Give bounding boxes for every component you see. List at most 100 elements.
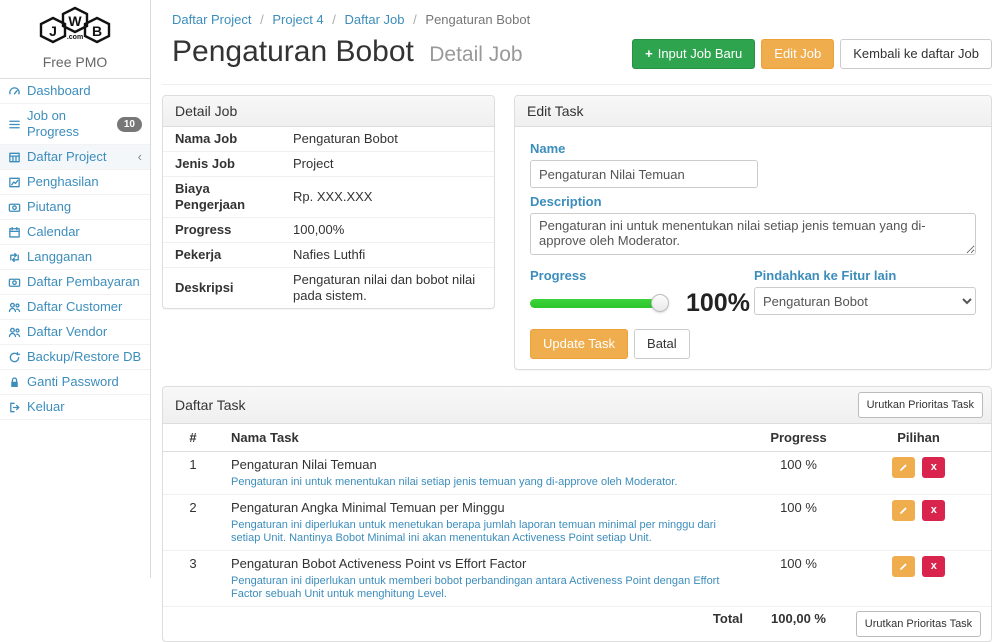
edit-task-button[interactable] <box>892 556 915 577</box>
progress-slider-handle[interactable] <box>651 294 669 312</box>
task-row: 2 Pengaturan Angka Minimal Temuan per Mi… <box>163 495 991 551</box>
page-subtitle: Detail Job <box>429 43 522 66</box>
pencil-icon <box>898 561 909 572</box>
sidebar-item-daftar-vendor[interactable]: Daftar Vendor <box>0 320 150 345</box>
svg-text:.com: .com <box>67 34 83 41</box>
list-icon <box>8 118 21 131</box>
svg-text:J: J <box>49 23 57 39</box>
task-table-footer-row: Total 100,00 % Urutkan Prioritas Task <box>163 607 991 642</box>
task-name-input[interactable] <box>530 160 758 188</box>
edit-task-panel: Edit Task Name Description Pengaturan in… <box>514 95 992 370</box>
move-to-feature-select[interactable]: Pengaturan Bobot <box>754 287 976 315</box>
sidebar: W J B .com Free PMO Dashboard Job on Pro… <box>0 0 151 578</box>
sign-out-icon <box>8 401 21 414</box>
sidebar-item-langganan[interactable]: Langganan <box>0 245 150 270</box>
sidebar-item-ganti-password[interactable]: Ganti Password <box>0 370 150 395</box>
sidebar-item-calendar[interactable]: Calendar <box>0 220 150 245</box>
calendar-icon <box>8 226 21 239</box>
retweet-icon <box>8 251 21 264</box>
job-count-badge: 10 <box>117 117 142 132</box>
detail-job-panel-title: Detail Job <box>163 96 494 127</box>
column-header-pilihan: Pilihan <box>846 424 991 452</box>
task-row: 3 Pengaturan Bobot Activeness Point vs E… <box>163 551 991 607</box>
task-table: # Nama Task Progress Pilihan 1 Pengatura… <box>163 424 991 641</box>
urutkan-prioritas-task-button-top[interactable]: Urutkan Prioritas Task <box>858 392 983 418</box>
sidebar-item-keluar[interactable]: Keluar <box>0 395 150 420</box>
detail-row-progress: Progress 100,00% <box>163 218 494 243</box>
svg-text:B: B <box>92 23 102 39</box>
daftar-task-panel: Daftar Task Urutkan Prioritas Task # Nam… <box>162 386 992 642</box>
x-icon: x <box>931 561 937 572</box>
delete-task-button[interactable]: x <box>922 500 945 521</box>
lock-icon <box>8 376 21 389</box>
progress-slider[interactable] <box>530 299 660 308</box>
sidebar-item-daftar-project[interactable]: Daftar Project ‹ <box>0 145 150 170</box>
sidebar-item-daftar-pembayaran[interactable]: Daftar Pembayaran <box>0 270 150 295</box>
pencil-icon <box>898 462 909 473</box>
edit-job-button[interactable]: Edit Job <box>761 39 834 69</box>
task-description: Pengaturan ini diperlukan untuk memberi … <box>231 575 743 601</box>
detail-row-biaya-pengerjaan: Biaya Pengerjaan Rp. XXX.XXX <box>163 177 494 218</box>
task-progress: 100 % <box>751 495 846 551</box>
task-description-textarea[interactable]: Pengaturan ini untuk menentukan nilai se… <box>530 213 976 255</box>
task-table-header-row: # Nama Task Progress Pilihan <box>163 424 991 452</box>
move-to-feature-label: Pindahkan ke Fitur lain <box>754 268 976 283</box>
task-description: Pengaturan ini untuk menentukan nilai se… <box>231 476 743 489</box>
header-buttons: + Input Job Baru Edit Job Kembali ke daf… <box>632 39 992 69</box>
column-header-no: # <box>163 424 223 452</box>
column-header-progress: Progress <box>751 424 846 452</box>
pencil-icon <box>898 505 909 516</box>
urutkan-prioritas-task-button-bottom[interactable]: Urutkan Prioritas Task <box>856 611 981 637</box>
task-description: Pengaturan ini diperlukan untuk menetuka… <box>231 519 743 545</box>
sidebar-item-dashboard[interactable]: Dashboard <box>0 79 150 104</box>
users-icon <box>8 301 21 314</box>
main-content: Daftar Project / Project 4 / Daftar Job … <box>152 0 1000 578</box>
detail-row-deskripsi: Deskripsi Pengaturan nilai dan bobot nil… <box>163 268 494 309</box>
users-icon <box>8 326 21 339</box>
detail-job-panel: Detail Job Nama Job Pengaturan Bobot Jen… <box>162 95 495 309</box>
progress-label: Progress <box>530 268 754 283</box>
sidebar-item-penghasilan[interactable]: Penghasilan <box>0 170 150 195</box>
chevron-left-icon: ‹ <box>138 149 142 165</box>
update-task-button[interactable]: Update Task <box>530 329 628 359</box>
column-header-nama-task: Nama Task <box>223 424 751 452</box>
line-chart-icon <box>8 176 21 189</box>
x-icon: x <box>931 462 937 473</box>
description-label: Description <box>530 194 976 209</box>
progress-percent-value: 100% <box>686 291 750 315</box>
brand-logo: W J B .com Free PMO <box>0 0 150 79</box>
page-title: Pengaturan Bobot Detail Job <box>172 35 523 72</box>
kembali-ke-daftar-job-button[interactable]: Kembali ke daftar Job <box>840 39 992 69</box>
refresh-icon <box>8 351 21 364</box>
batal-button[interactable]: Batal <box>634 329 690 359</box>
x-icon: x <box>931 505 937 516</box>
sidebar-item-piutang[interactable]: Piutang <box>0 195 150 220</box>
detail-row-jenis-job: Jenis Job Project <box>163 152 494 177</box>
delete-task-button[interactable]: x <box>922 556 945 577</box>
input-job-baru-button[interactable]: + Input Job Baru <box>632 39 755 69</box>
sidebar-item-backup-restore-db[interactable]: Backup/Restore DB <box>0 345 150 370</box>
breadcrumb-current: Pengaturan Bobot <box>425 12 530 27</box>
money-icon <box>8 201 21 214</box>
sidebar-item-job-on-progress[interactable]: Job on Progress 10 <box>0 104 150 145</box>
delete-task-button[interactable]: x <box>922 457 945 478</box>
money-icon <box>8 276 21 289</box>
name-label: Name <box>530 141 976 156</box>
detail-row-nama-job: Nama Job Pengaturan Bobot <box>163 127 494 152</box>
detail-row-pekerja: Pekerja Nafies Luthfi <box>163 243 494 268</box>
jwb-logo-icon: W J B .com <box>29 6 121 48</box>
task-progress: 100 % <box>751 551 846 607</box>
dashboard-icon <box>8 85 21 98</box>
task-name: Pengaturan Bobot Activeness Point vs Eff… <box>231 556 743 572</box>
breadcrumb-link-daftar-project[interactable]: Daftar Project <box>172 12 251 27</box>
edit-task-button[interactable] <box>892 457 915 478</box>
svg-text:W: W <box>68 13 82 29</box>
edit-task-button[interactable] <box>892 500 915 521</box>
breadcrumb: Daftar Project / Project 4 / Daftar Job … <box>162 0 992 29</box>
brand-name: Free PMO <box>0 54 150 70</box>
sidebar-item-daftar-customer[interactable]: Daftar Customer <box>0 295 150 320</box>
breadcrumb-link-daftar-job[interactable]: Daftar Job <box>345 12 405 27</box>
breadcrumb-link-project-4[interactable]: Project 4 <box>272 12 323 27</box>
page-header: Pengaturan Bobot Detail Job + Input Job … <box>162 29 992 85</box>
task-name: Pengaturan Angka Minimal Temuan per Ming… <box>231 500 743 516</box>
